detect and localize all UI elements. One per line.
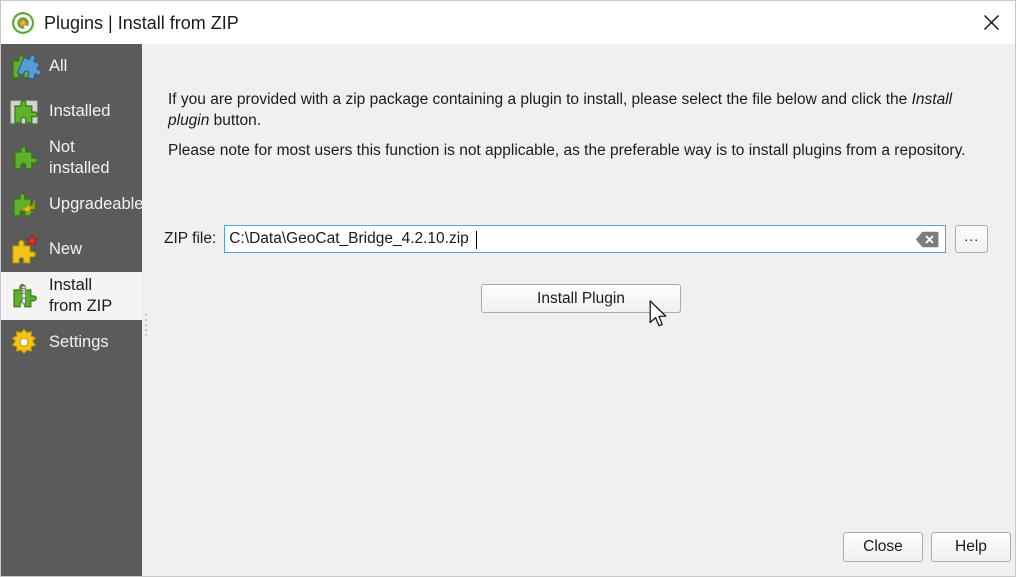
sidebar-item-label: Not installed	[49, 138, 110, 177]
puzzle-installed-icon	[7, 95, 41, 129]
close-button[interactable]: Close	[843, 532, 923, 562]
sidebar: All Installed Not installed Upgradeable …	[1, 44, 142, 576]
sidebar-splitter[interactable]	[142, 44, 150, 576]
titlebar: Plugins | Install from ZIP	[1, 1, 1015, 44]
sidebar-item-label: New	[49, 240, 83, 258]
browse-button[interactable]: ...	[955, 225, 989, 253]
text-caret	[476, 231, 478, 249]
sidebar-item-installed[interactable]: Installed	[1, 89, 142, 134]
puzzle-all-icon	[7, 50, 41, 84]
window-title: Plugins | Install from ZIP	[44, 13, 239, 33]
zip-file-label: ZIP file:	[164, 230, 217, 247]
zip-file-input-wrapper	[224, 225, 947, 253]
zip-file-input[interactable]	[225, 227, 946, 251]
sidebar-item-all[interactable]: All	[1, 44, 142, 89]
sidebar-item-label: Upgradeable	[49, 195, 142, 213]
note-paragraph: Please note for most users this function…	[168, 142, 966, 159]
install-from-zip-dialog: Plugins | Install from ZIP All Installed…	[0, 0, 1016, 577]
sidebar-item-label: Settings	[49, 333, 109, 351]
main-content: If you are provided with a zip package c…	[150, 44, 1015, 576]
intro-paragraph: If you are provided with a zip package c…	[168, 89, 988, 131]
splitter-handle-dots	[145, 314, 147, 338]
help-button[interactable]: Help	[931, 532, 1011, 562]
sidebar-item-label: Installed	[49, 102, 111, 120]
sidebar-item-new[interactable]: New	[1, 227, 142, 272]
puzzle-new-icon	[7, 233, 41, 267]
gear-icon	[7, 326, 41, 360]
sidebar-item-settings[interactable]: Settings	[1, 320, 142, 365]
puzzle-upgradeable-icon	[7, 188, 41, 222]
qgis-logo-icon	[10, 10, 36, 36]
intro-paragraph-part2: button.	[209, 112, 262, 129]
install-plugin-button[interactable]: Install Plugin	[481, 284, 681, 313]
clear-text-icon[interactable]	[915, 231, 939, 248]
sidebar-item-label: All	[49, 57, 68, 75]
dialog-button-bar: Close Help	[150, 524, 1015, 576]
sidebar-item-install-from-zip[interactable]: Install from ZIP	[1, 272, 142, 320]
puzzle-zip-icon	[7, 279, 41, 313]
sidebar-item-not-installed[interactable]: Not installed	[1, 134, 142, 182]
sidebar-item-label: Install from ZIP	[49, 276, 113, 315]
sidebar-item-upgradeable[interactable]: Upgradeable	[1, 182, 142, 227]
close-icon[interactable]	[965, 1, 1015, 44]
puzzle-not-installed-icon	[7, 141, 41, 175]
intro-paragraph-part1: If you are provided with a zip package c…	[168, 91, 912, 108]
zip-file-row: ZIP file: ...	[164, 224, 1004, 254]
